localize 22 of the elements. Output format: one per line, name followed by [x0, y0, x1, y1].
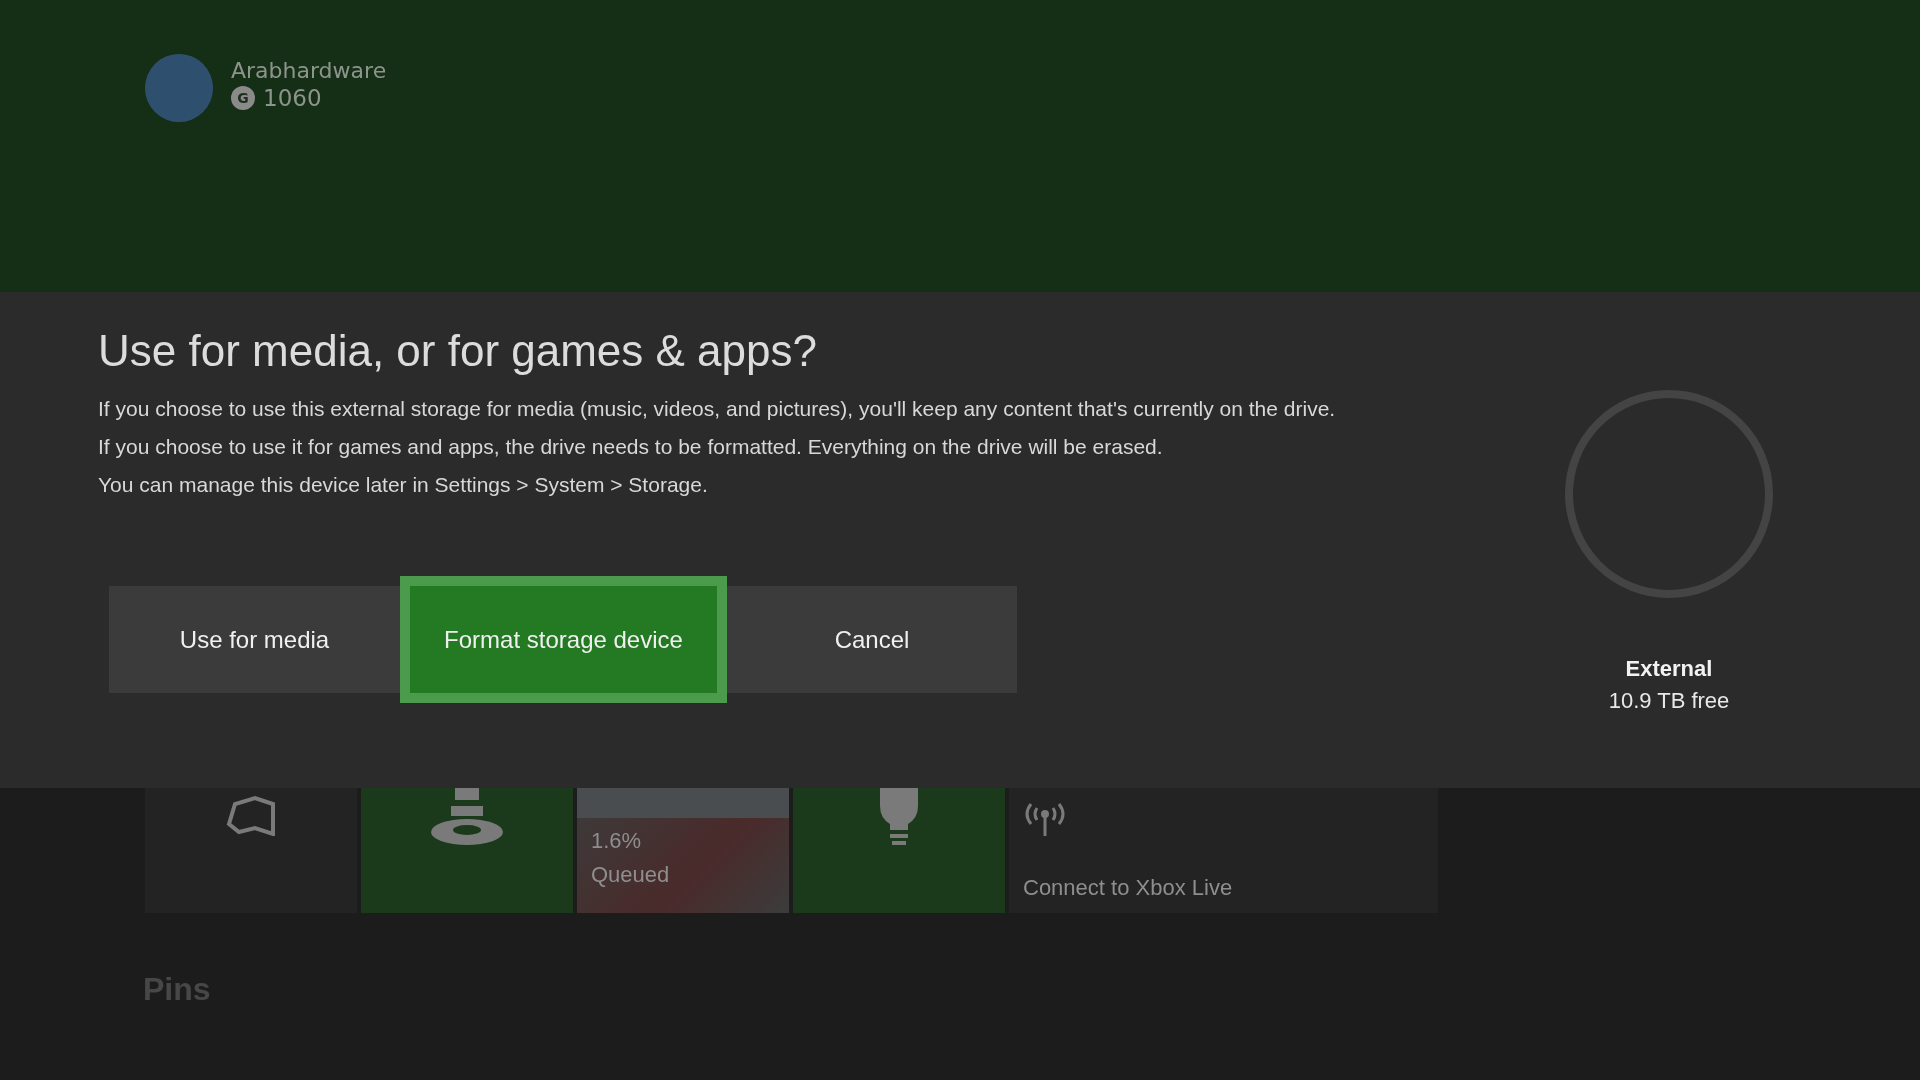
storage-ring-icon: [1565, 390, 1773, 598]
tile[interactable]: [793, 788, 1005, 913]
tile[interactable]: Connect to Xbox Live: [1009, 788, 1438, 913]
avatar: [145, 54, 213, 122]
disc-icon: [429, 788, 505, 846]
game-tile[interactable]: 1.6% Queued: [577, 788, 789, 913]
gamerscore: 1060: [263, 85, 322, 111]
dialog-text: You can manage this device later in Settings > System > Storage.: [98, 472, 709, 498]
tile[interactable]: [361, 788, 573, 913]
gamerscore-icon: G: [231, 86, 255, 110]
dialog-button[interactable]: Use for media: [109, 586, 400, 693]
gamertag: Arabhardware: [231, 58, 387, 83]
dialog-text: If you choose to use it for games and apps, the drive needs to be formatted. Everything on the drive will be erased.: [98, 434, 1164, 460]
dialog-text: If you choose to use this external storage for media (music, videos, and pictures), you'll keep any content that's currently on the drive.: [98, 396, 1337, 422]
dialog-button[interactable]: Cancel: [727, 586, 1017, 693]
drive-free-space: 10.9 TB free: [1608, 688, 1730, 714]
dialog-title: Use for media, or for games & apps?: [98, 326, 818, 376]
progress-text: 1.6%: [591, 828, 643, 854]
drive-name: External: [1625, 656, 1713, 682]
tile-label: Connect to Xbox Live: [1023, 875, 1234, 901]
status-text: Queued: [591, 862, 671, 888]
tile[interactable]: [145, 788, 357, 913]
